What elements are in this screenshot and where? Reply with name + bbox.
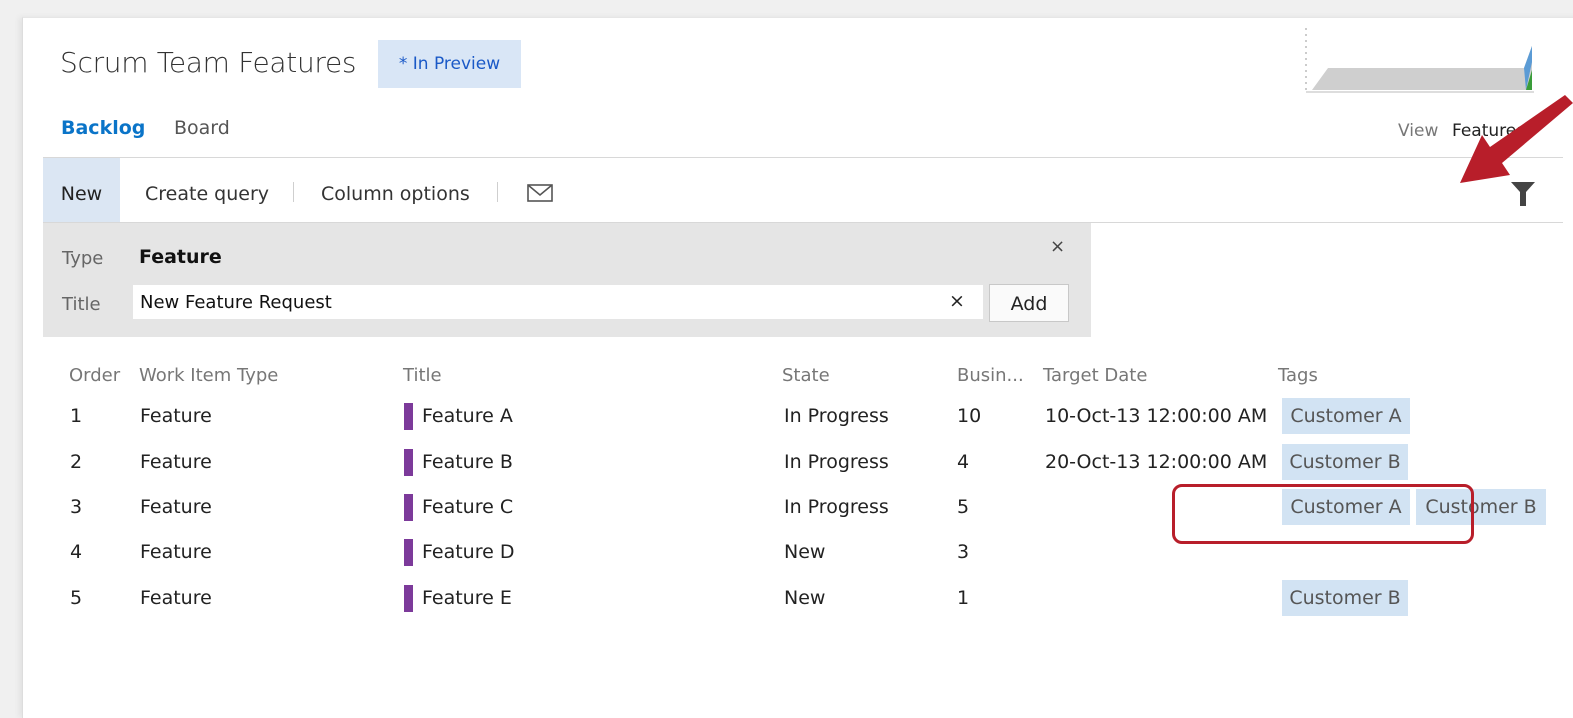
column-header-title[interactable]: Title [403,365,442,386]
tab-board[interactable]: Board [174,117,230,139]
cell-state: In Progress [784,451,889,473]
preview-badge[interactable]: * In Preview [378,40,521,88]
column-header-state[interactable]: State [782,365,830,386]
work-item-color-bar [404,494,413,521]
clear-icon[interactable]: × [949,290,965,312]
tag-chip[interactable]: Customer B [1282,580,1408,616]
column-header-business-value[interactable]: Busin... [957,365,1024,386]
column-header-target-date[interactable]: Target Date [1043,365,1147,386]
close-icon[interactable]: × [1050,236,1065,257]
cell-business-value: 3 [957,541,970,563]
cell-title-link[interactable]: Feature B [422,451,513,473]
new-button[interactable]: New [43,158,120,222]
cell-state: New [784,541,826,563]
title-input[interactable] [133,285,983,319]
cell-work-item-type: Feature [140,405,212,427]
tag-chip[interactable]: Customer B [1282,444,1408,480]
cell-business-value: 10 [957,405,982,427]
column-header-tags[interactable]: Tags [1278,365,1318,386]
column-options-button[interactable]: Column options [321,158,470,222]
work-item-color-bar [404,449,413,476]
cell-title-link[interactable]: Feature E [422,587,512,609]
title-label: Title [62,294,101,315]
annotation-arrow-icon [1460,95,1573,183]
column-header-order[interactable]: Order [69,365,120,386]
mail-icon[interactable] [527,183,553,203]
cell-order: 5 [70,587,83,609]
cell-business-value: 1 [957,587,970,609]
cell-order: 1 [70,405,83,427]
cell-target-date: 10-Oct-13 12:00:00 AM [1045,405,1268,427]
work-item-color-bar [404,585,413,612]
cell-target-date: 20-Oct-13 12:00:00 AM [1045,451,1268,473]
page-title: Scrum Team Features [60,46,357,79]
cell-title-link[interactable]: Feature C [422,496,513,518]
tab-backlog[interactable]: Backlog [61,117,145,139]
cell-state: New [784,587,826,609]
quick-add-panel: Type Feature × Title × Add [43,223,1091,337]
view-label: View [1398,121,1439,141]
create-query-button[interactable]: Create query [145,158,269,222]
cell-work-item-type: Feature [140,541,212,563]
cell-order: 3 [70,496,83,518]
cell-business-value: 5 [957,496,970,518]
annotation-highlight-box [1172,484,1474,544]
toolbar-separator [293,182,294,202]
cell-work-item-type: Feature [140,496,212,518]
cumulative-flow-thumbnail[interactable] [1298,26,1538,96]
type-value[interactable]: Feature [139,246,222,268]
work-item-color-bar [404,539,413,566]
cell-state: In Progress [784,496,889,518]
type-label: Type [62,248,104,269]
cell-order: 2 [70,451,83,473]
toolbar-separator [497,182,498,202]
cell-title-link[interactable]: Feature D [422,541,514,563]
cell-order: 4 [70,541,83,563]
cell-business-value: 4 [957,451,970,473]
cell-state: In Progress [784,405,889,427]
toolbar: New Create query Column options [43,158,1563,223]
cell-title-link[interactable]: Feature A [422,405,513,427]
add-button[interactable]: Add [989,284,1069,322]
cell-work-item-type: Feature [140,587,212,609]
column-header-work-item-type[interactable]: Work Item Type [139,365,278,386]
tag-chip[interactable]: Customer A [1282,398,1410,434]
work-item-color-bar [404,403,413,430]
cell-work-item-type: Feature [140,451,212,473]
